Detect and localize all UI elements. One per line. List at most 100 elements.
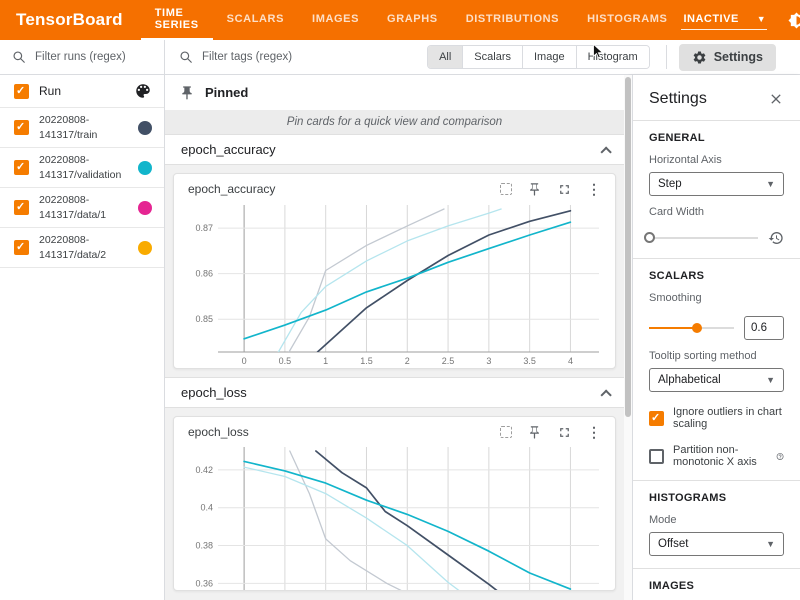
reload-status-select[interactable]: INACTIVE ▼	[681, 10, 767, 30]
runs-header-row: Run	[0, 75, 164, 108]
chevron-up-icon[interactable]	[600, 389, 611, 400]
fullscreen-icon[interactable]	[557, 425, 572, 440]
tooltip-sorting-label: Tooltip sorting method	[649, 350, 784, 362]
run-row[interactable]: 20220808-141317/train	[0, 108, 164, 148]
filter-tags-input[interactable]	[202, 51, 423, 63]
histogram-mode-select[interactable]: Offset ▼	[649, 532, 784, 556]
close-icon[interactable]	[768, 91, 784, 107]
section-title: epoch_loss	[181, 385, 247, 400]
svg-text:0.86: 0.86	[195, 269, 213, 279]
filter-chip-scalars[interactable]: Scalars	[463, 46, 523, 68]
gear-icon	[692, 50, 707, 65]
run-label: 20220808-141317/validation	[39, 153, 127, 181]
run-checkbox[interactable]	[14, 120, 29, 135]
tab-histograms[interactable]: HISTOGRAMS	[573, 0, 681, 40]
section-header-epoch-loss[interactable]: epoch_loss	[165, 377, 624, 408]
horizontal-axis-label: Horizontal Axis	[649, 154, 784, 166]
settings-panel: Settings GENERAL Horizontal Axis Step ▼ …	[632, 75, 800, 600]
tooltip-sorting-select[interactable]: Alphabetical ▼	[649, 368, 784, 392]
smoothing-value-input[interactable]	[744, 316, 784, 340]
tab-images[interactable]: IMAGES	[298, 0, 373, 40]
run-row[interactable]: 20220808-141317/validation	[0, 148, 164, 188]
app-logo: TensorBoard	[0, 0, 141, 40]
pin-card-icon[interactable]	[527, 425, 542, 440]
main-scrollbar	[624, 75, 632, 600]
section-header-epoch-accuracy[interactable]: epoch_accuracy	[165, 134, 624, 165]
scrollbar-thumb[interactable]	[625, 77, 631, 417]
svg-text:0: 0	[242, 356, 247, 366]
fullscreen-icon[interactable]	[557, 182, 572, 197]
tab-distributions[interactable]: DISTRIBUTIONS	[452, 0, 573, 40]
svg-text:0.38: 0.38	[195, 541, 213, 551]
pin-card-icon[interactable]	[527, 182, 542, 197]
tags-toolbar: All Scalars Image Histogram Settings	[165, 40, 800, 75]
partition-x-axis-row[interactable]: Partition non-monotonic X axis	[649, 444, 784, 468]
svg-text:2.5: 2.5	[442, 356, 455, 366]
filter-chip-histogram[interactable]: Histogram	[577, 46, 649, 68]
brightness-toggle-button[interactable]	[781, 5, 800, 35]
tag-type-filter-group: All Scalars Image Histogram	[427, 45, 650, 69]
fit-domain-icon[interactable]	[500, 183, 512, 195]
ignore-outliers-checkbox[interactable]	[649, 411, 664, 426]
filter-chip-image[interactable]: Image	[523, 46, 577, 68]
more-options-icon[interactable]: ⋮	[587, 425, 601, 439]
tab-graphs[interactable]: GRAPHS	[373, 0, 452, 40]
run-row[interactable]: 20220808-141317/data/2	[0, 228, 164, 268]
section-title: epoch_accuracy	[181, 142, 276, 157]
more-options-icon[interactable]: ⋮	[587, 182, 601, 196]
svg-text:0.36: 0.36	[195, 578, 213, 588]
tensorboard-app: TensorBoard TIME SERIES SCALARS IMAGES G…	[0, 0, 800, 600]
filter-chip-all[interactable]: All	[428, 46, 463, 68]
settings-section-images: IMAGES Brightness Contrast	[649, 569, 784, 600]
card-title: epoch_loss	[188, 425, 249, 439]
run-checkbox[interactable]	[14, 200, 29, 215]
epoch-accuracy-card: epoch_accuracy ⋮ 0.850.860.8700.511.522.…	[173, 173, 616, 369]
tab-scalars[interactable]: SCALARS	[213, 0, 298, 40]
filter-runs-input[interactable]	[35, 51, 152, 63]
svg-text:4: 4	[568, 356, 573, 366]
toolbar-divider	[666, 45, 667, 69]
fit-domain-icon[interactable]	[500, 426, 512, 438]
runs-column-title: Run	[39, 84, 61, 98]
filter-runs-box	[0, 40, 164, 75]
horizontal-axis-select[interactable]: Step ▼	[649, 172, 784, 196]
tab-time-series[interactable]: TIME SERIES	[141, 0, 213, 40]
chevron-down-icon: ▼	[766, 539, 775, 549]
svg-text:0.87: 0.87	[195, 223, 213, 233]
svg-text:3.5: 3.5	[523, 356, 536, 366]
run-checkbox[interactable]	[14, 240, 29, 255]
card-width-slider[interactable]	[649, 232, 758, 244]
select-all-runs-checkbox[interactable]	[14, 84, 29, 99]
run-color-dot	[138, 161, 152, 175]
run-label: 20220808-141317/train	[39, 113, 127, 141]
section-heading: IMAGES	[649, 580, 784, 592]
smoothing-label: Smoothing	[649, 292, 784, 304]
palette-icon[interactable]	[134, 82, 152, 100]
slider-knob[interactable]	[692, 323, 702, 333]
mouse-cursor	[591, 42, 606, 60]
epoch-accuracy-chart[interactable]: 0.850.860.8700.511.522.533.54	[184, 204, 605, 368]
search-icon	[179, 50, 193, 64]
chevron-up-icon[interactable]	[600, 146, 611, 157]
slider-knob[interactable]	[644, 232, 655, 243]
svg-text:0.85: 0.85	[195, 314, 213, 324]
run-checkbox[interactable]	[14, 160, 29, 175]
run-row[interactable]: 20220808-141317/data/1	[0, 188, 164, 228]
section-heading: GENERAL	[649, 132, 784, 144]
smoothing-slider[interactable]	[649, 322, 734, 334]
reset-icon[interactable]	[768, 230, 784, 246]
help-icon[interactable]	[776, 450, 784, 463]
svg-text:0.42: 0.42	[195, 465, 213, 475]
header-actions: INACTIVE ▼	[681, 0, 800, 40]
epoch-loss-chart[interactable]: 0.360.380.40.42	[184, 447, 605, 590]
epoch-loss-card: epoch_loss ⋮ 0.360.380.40.42	[173, 416, 616, 591]
card-region: epoch_loss ⋮ 0.360.380.40.42	[165, 408, 624, 600]
partition-x-axis-checkbox[interactable]	[649, 449, 664, 464]
ignore-outliers-row[interactable]: Ignore outliers in chart scaling	[649, 406, 784, 430]
main-tabs: TIME SERIES SCALARS IMAGES GRAPHS DISTRI…	[141, 0, 682, 40]
run-color-dot	[138, 201, 152, 215]
app-header: TensorBoard TIME SERIES SCALARS IMAGES G…	[0, 0, 800, 40]
settings-toggle-button[interactable]: Settings	[679, 44, 776, 71]
settings-panel-title: Settings	[649, 90, 707, 108]
card-width-label: Card Width	[649, 206, 784, 218]
